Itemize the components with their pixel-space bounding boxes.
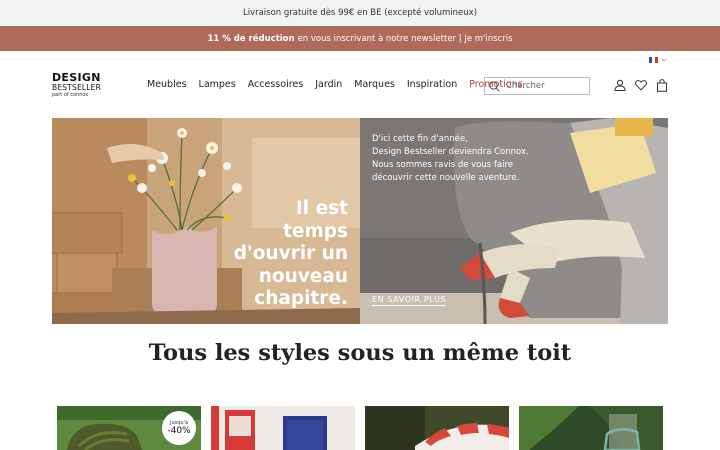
nav-item-jardin[interactable]: Jardin — [315, 79, 342, 90]
hero-copy-line: Design Bestseller deviendra Connox. — [372, 147, 529, 157]
search-box[interactable] — [484, 77, 590, 95]
hero-copy-line: D'ici cette fin d'année, — [372, 134, 468, 144]
learn-more-link[interactable]: EN SAVOIR PLUS — [372, 295, 447, 306]
fr-flag-icon — [649, 57, 658, 63]
site-logo[interactable]: DESIGN BESTSELLER part of connox — [52, 72, 102, 99]
nav-item-accessoires[interactable]: Accessoires — [248, 79, 303, 90]
chevron-down-icon — [661, 58, 667, 62]
category-card-wall-art[interactable] — [211, 406, 355, 450]
search-input[interactable] — [506, 81, 586, 91]
main-nav: Meubles Lampes Accessoires Jardin Marque… — [147, 79, 523, 90]
hero-copy-line: découvrir cette nouvelle aventure. — [372, 173, 520, 183]
account-icon[interactable] — [614, 79, 626, 91]
newsletter-promo-bar[interactable]: 11 % de réduction en vous inscrivant à n… — [0, 26, 720, 51]
search-icon[interactable] — [489, 80, 500, 92]
category-card-garden-chair[interactable] — [519, 406, 663, 450]
discount-badge-value: -40% — [167, 425, 191, 436]
logo-line-bestseller: BESTSELLER — [52, 83, 102, 92]
nav-item-inspiration[interactable]: Inspiration — [407, 79, 457, 90]
logo-line-design: DESIGN — [52, 71, 101, 84]
garden-chair-image — [519, 406, 663, 450]
promo-highlight: 11 % de réduction — [207, 33, 295, 44]
logo-line-connox: part of connox — [52, 92, 89, 98]
wall-art-image — [211, 406, 355, 450]
hero-headline-line: temps — [283, 220, 348, 242]
hero-banner[interactable]: Il est temps d'ouvrir un nouveau chapitr… — [52, 118, 668, 324]
parasol-image — [365, 406, 509, 450]
hero-image-flowers: Il est temps d'ouvrir un nouveau chapitr… — [52, 118, 360, 324]
hero-headline-line: chapitre. — [254, 288, 348, 309]
wishlist-heart-icon[interactable] — [635, 79, 647, 91]
category-card-parasol[interactable] — [365, 406, 509, 450]
shipping-bar: Livraison gratuite dès 99€ en BE (except… — [0, 0, 720, 26]
nav-item-lampes[interactable]: Lampes — [199, 79, 236, 90]
category-card-outdoor-chair[interactable]: Jusqu'à -40% — [57, 406, 201, 450]
hero-headline-line: d'ouvrir un — [233, 243, 348, 264]
promo-text[interactable]: en vous inscrivant à notre newsletter | … — [298, 34, 513, 44]
hero-headline-line: Il est — [295, 198, 348, 219]
hero-image-armchair: D'ici cette fin d'année, Design Bestsell… — [360, 118, 668, 324]
shipping-text: Livraison gratuite dès 99€ en BE (except… — [242, 8, 478, 18]
discount-badge: Jusqu'à -40% — [162, 411, 196, 445]
hero-announcement: D'ici cette fin d'année, Design Bestsell… — [372, 133, 542, 185]
cart-bag-icon[interactable] — [656, 79, 668, 92]
language-selector[interactable] — [649, 57, 667, 63]
nav-item-meubles[interactable]: Meubles — [147, 79, 187, 90]
hero-headline: Il est temps d'ouvrir un nouveau chapitr… — [198, 198, 348, 311]
hero-copy-line: Nous sommes ravis de vous faire — [372, 160, 514, 170]
section-title: Tous les styles sous un même toit — [148, 340, 572, 366]
hero-headline-line: nouveau — [258, 265, 348, 287]
category-cards: Jusqu'à -40% — [57, 406, 663, 450]
nav-item-marques[interactable]: Marques — [354, 79, 395, 90]
header-actions — [614, 79, 668, 92]
